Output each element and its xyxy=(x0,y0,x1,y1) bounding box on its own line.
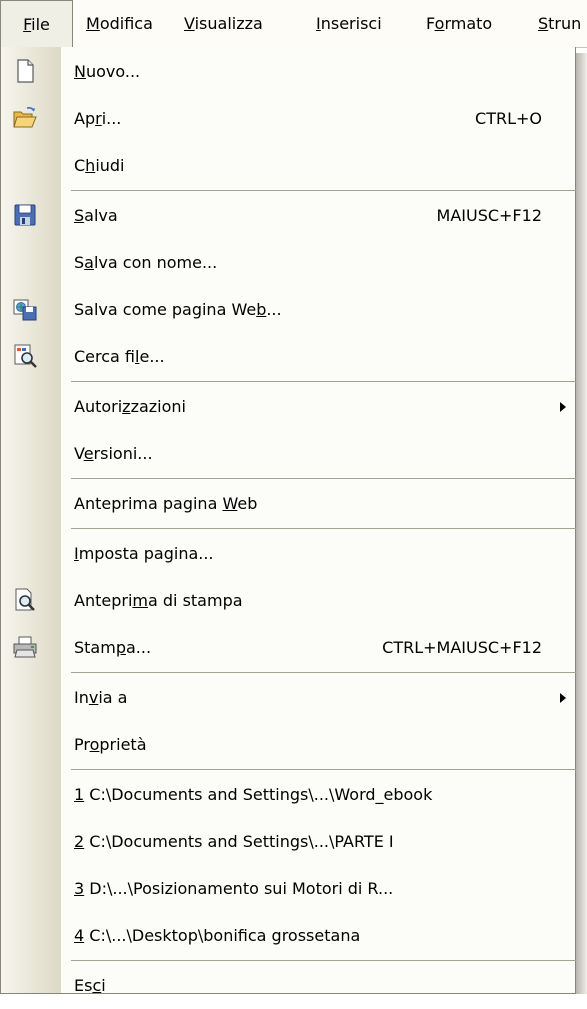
menu-item-label: Chiudi xyxy=(74,156,125,175)
menu-item-salva[interactable]: Salva MAIUSC+F12 xyxy=(2,192,576,239)
file-menu-dropdown: Nuovo... Apri... CTRL+O Chiudi Salva MAI… xyxy=(0,47,577,995)
menu-separator xyxy=(71,190,577,191)
menu-item-stampa[interactable]: Stampa... CTRL+MAIUSC+F12 xyxy=(2,624,576,671)
menu-separator xyxy=(71,478,577,479)
save-web-page-icon xyxy=(13,299,37,321)
menu-item-shortcut: CTRL+O xyxy=(475,109,542,128)
menu-item-esci[interactable]: Esci xyxy=(2,962,576,1009)
print-preview-icon xyxy=(15,588,35,611)
menu-modifica[interactable]: Modifica xyxy=(86,0,153,48)
menu-item-label: Proprietà xyxy=(74,735,147,754)
menu-item-autorizzazioni[interactable]: Autorizzazioni xyxy=(2,383,576,430)
menu-item-salva-con-nome[interactable]: Salva con nome... xyxy=(2,239,576,286)
menu-separator xyxy=(71,769,577,770)
menu-modifica-label-post: odifica xyxy=(99,14,153,33)
menu-item-label: Anteprima di stampa xyxy=(74,591,243,610)
open-folder-icon xyxy=(13,107,37,128)
menu-item-chiudi[interactable]: Chiudi xyxy=(2,142,576,189)
menu-bar: File Modifica Visualizza Inserisci Forma… xyxy=(0,0,587,48)
menu-shadow xyxy=(576,53,587,994)
menu-item-label: Autorizzazioni xyxy=(74,397,186,416)
menu-item-nuovo[interactable]: Nuovo... xyxy=(2,48,576,95)
menu-formato-label-key: o xyxy=(434,14,445,33)
menu-item-label: 3 D:\...\Posizionamento sui Motori di R.… xyxy=(74,879,394,898)
menu-item-label: Salva con nome... xyxy=(74,253,218,272)
menu-item-label: 2 C:\Documents and Settings\...\PARTE I xyxy=(74,832,394,851)
menu-item-label: 1 C:\Documents and Settings\...\Word_ebo… xyxy=(74,785,433,804)
menu-item-cerca-file[interactable]: Cerca file... xyxy=(2,333,576,380)
new-document-icon xyxy=(17,59,34,83)
menu-item-anteprima-pagina-web[interactable]: Anteprima pagina Web xyxy=(2,480,576,527)
menu-inserisci-label-post: nserisci xyxy=(320,14,382,33)
menu-item-label: Apri... xyxy=(74,109,122,128)
menu-item-anteprima-di-stampa[interactable]: Anteprima di stampa xyxy=(2,577,576,624)
menu-visualizza-label-key: V xyxy=(184,14,195,33)
menu-item-recent-file-4[interactable]: 4 C:\...\Desktop\bonifica grossetana xyxy=(2,912,576,959)
printer-icon xyxy=(13,636,37,658)
menu-item-recent-file-2[interactable]: 2 C:\Documents and Settings\...\PARTE I xyxy=(2,818,576,865)
menu-item-versioni[interactable]: Versioni... xyxy=(2,430,576,477)
menu-separator xyxy=(71,528,577,529)
menu-formato[interactable]: Formato xyxy=(426,0,492,48)
menu-item-salva-come-pagina-web[interactable]: Salva come pagina Web... xyxy=(2,286,576,333)
menu-separator xyxy=(71,381,577,382)
menu-item-apri[interactable]: Apri... CTRL+O xyxy=(2,95,576,142)
menu-item-invia-a[interactable]: Invia a xyxy=(2,674,576,721)
menu-item-label: Cerca file... xyxy=(74,347,165,366)
file-search-icon xyxy=(14,344,37,368)
menu-item-label: Anteprima pagina Web xyxy=(74,494,258,513)
menu-separator xyxy=(71,960,577,961)
menu-item-label: Imposta pagina... xyxy=(74,544,214,563)
menu-file-label-key: F xyxy=(23,15,32,34)
menu-item-label: Invia a xyxy=(74,688,128,707)
menu-item-shortcut: CTRL+MAIUSC+F12 xyxy=(382,638,542,657)
menu-modifica-label-key: M xyxy=(86,14,100,33)
menu-strumenti-label-post: trun xyxy=(548,14,582,33)
menu-strumenti-label-key: S xyxy=(538,14,549,33)
menu-item-imposta-pagina[interactable]: Imposta pagina... xyxy=(2,530,576,577)
menu-item-recent-file-1[interactable]: 1 C:\Documents and Settings\...\Word_ebo… xyxy=(2,771,576,818)
menu-visualizza[interactable]: Visualizza xyxy=(184,0,263,48)
menu-item-label: Salva xyxy=(74,206,118,225)
menu-item-recent-file-3[interactable]: 3 D:\...\Posizionamento sui Motori di R.… xyxy=(2,865,576,912)
menu-item-label: Versioni... xyxy=(74,444,153,463)
menu-strumenti[interactable]: Strun xyxy=(538,0,581,48)
menu-separator xyxy=(71,672,577,673)
menu-file-label-post: ile xyxy=(31,15,50,34)
menu-formato-label-pre: F xyxy=(426,14,435,33)
menu-item-proprieta[interactable]: Proprietà xyxy=(2,721,576,768)
submenu-arrow-icon xyxy=(560,693,566,703)
submenu-arrow-icon xyxy=(560,402,566,412)
menu-inserisci[interactable]: Inserisci xyxy=(316,0,382,48)
menu-item-label: Stampa... xyxy=(74,638,152,657)
menu-item-label: Salva come pagina Web... xyxy=(74,300,282,319)
menu-file[interactable]: File xyxy=(0,0,73,48)
save-disk-icon xyxy=(14,204,36,226)
menu-formato-label-post: rmato xyxy=(444,14,493,33)
menu-item-label: Nuovo... xyxy=(74,62,141,81)
menu-item-label: Esci xyxy=(74,976,106,995)
menu-item-label: 4 C:\...\Desktop\bonifica grossetana xyxy=(74,926,361,945)
menu-visualizza-label-post: isualizza xyxy=(194,14,263,33)
menu-item-shortcut: MAIUSC+F12 xyxy=(436,206,542,225)
